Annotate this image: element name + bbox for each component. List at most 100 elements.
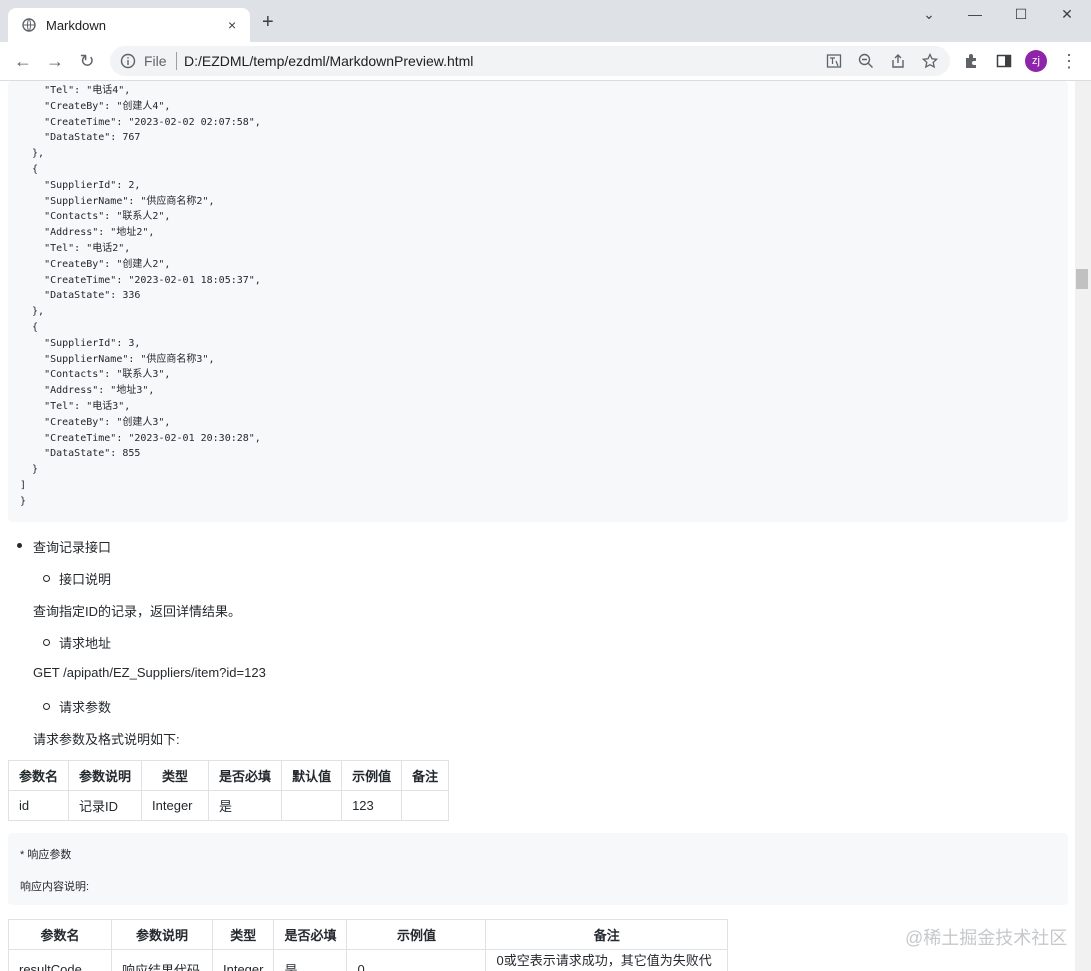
code-line: "Address": "地址3", <box>20 385 155 397</box>
zoom-out-icon[interactable] <box>858 53 874 69</box>
code-line: "CreateTime": "2023-02-01 20:30:28", <box>20 432 261 444</box>
extensions-icon[interactable] <box>963 53 979 69</box>
code-line: }, <box>20 148 45 160</box>
code-line: } <box>20 495 27 507</box>
bookmark-star-icon[interactable] <box>922 53 938 69</box>
table-cell <box>281 790 343 821</box>
code-line: ] <box>20 480 27 491</box>
code-line: "DataState": 855 <box>20 448 141 460</box>
table-header-cell: 是否必填 <box>208 760 283 791</box>
table-header-cell: 备注 <box>485 919 728 950</box>
code-line: "Tel": "电话4", <box>20 85 131 96</box>
code-line: "SupplierId": 2, <box>20 179 141 191</box>
new-tab-button[interactable]: + <box>262 12 274 32</box>
bullet-circle <box>43 703 50 710</box>
request-params-table: 参数名 参数说明 类型 是否必填 默认值 示例值 备注 id 记录ID Inte… <box>7 760 450 821</box>
reload-icon[interactable]: ↻ <box>76 50 98 72</box>
table-header-row: 参数名 参数说明 类型 是否必填 示例值 备注 <box>8 919 728 950</box>
address-text: GET /apipath/EZ_Suppliers/item?id=123 <box>33 665 266 680</box>
table-cell <box>401 790 450 821</box>
profile-avatar[interactable]: zj <box>1025 50 1047 72</box>
table-header-cell: 类型 <box>211 919 275 950</box>
close-tab-icon[interactable]: × <box>228 17 236 33</box>
table-header-row: 参数名 参数说明 类型 是否必填 默认值 示例值 备注 <box>7 760 450 791</box>
url-text[interactable]: D:/EZDML/temp/ezdml/MarkdownPreview.html <box>184 53 473 69</box>
table-header-cell: 示例值 <box>346 919 487 950</box>
params-text: 请求参数及格式说明如下: <box>33 732 180 747</box>
code-line: "CreateTime": "2023-02-02 02:07:58", <box>20 116 261 128</box>
response-content-line: 响应内容说明: <box>20 881 90 893</box>
vertical-scrollbar[interactable] <box>1075 81 1091 971</box>
bullet-circle <box>43 575 50 582</box>
table-cell: 响应结果代码 <box>111 949 213 971</box>
code-line: "Address": "地址2", <box>20 227 155 239</box>
table-header-cell: 默认值 <box>281 760 343 791</box>
side-panel-icon[interactable] <box>996 53 1012 69</box>
table-header-cell: 参数名 <box>8 919 112 950</box>
code-line: "DataState": 767 <box>20 132 141 144</box>
tab-title: Markdown <box>46 18 106 33</box>
table-cell: Integer <box>211 949 275 971</box>
table-cell: 记录ID <box>68 790 143 821</box>
url-separator <box>176 52 177 70</box>
info-icon[interactable] <box>120 53 136 69</box>
menu-kebab-icon[interactable]: ⋮ <box>1058 50 1080 72</box>
code-line: "SupplierName": "供应商名称3", <box>20 353 215 365</box>
table-row: resultCode 响应结果代码 Integer 是 0 0或空表示请求成功，… <box>8 949 728 971</box>
table-header-cell: 备注 <box>401 760 450 791</box>
table-header-cell: 类型 <box>141 760 210 791</box>
table-cell: Integer <box>141 790 210 821</box>
code-line: "DataState": 336 <box>20 290 141 302</box>
code-line: } <box>20 464 39 476</box>
code-line: "CreateBy": "创建人4", <box>20 100 171 112</box>
forward-icon[interactable]: → <box>44 50 66 72</box>
code-line: "CreateBy": "创建人3", <box>20 416 171 428</box>
code-line: { <box>20 164 39 175</box>
heading-query-interface: 查询记录接口 <box>33 540 112 555</box>
table-header-cell: 参数名 <box>7 760 70 791</box>
response-params-line: * 响应参数 <box>20 849 72 861</box>
code-block: "Tel": "电话4", "CreateBy": "创建人4", "Creat… <box>8 81 1068 522</box>
table-cell: resultCode <box>8 949 112 971</box>
table-header-cell: 示例值 <box>341 760 403 791</box>
bullet-dot <box>17 543 22 548</box>
scrollbar-thumb[interactable] <box>1076 269 1088 289</box>
url-scheme: File <box>144 53 167 69</box>
desc-text: 查询指定ID的记录，返回详情结果。 <box>33 604 242 619</box>
code-line: "Contacts": "联系人2", <box>20 211 171 223</box>
response-note-block: * 响应参数 响应内容说明: <box>8 833 1068 905</box>
table-cell: id <box>7 790 70 821</box>
chevron-down-icon[interactable]: ⌄ <box>914 6 944 23</box>
code-line: }, <box>20 306 45 318</box>
share-icon[interactable] <box>890 53 906 69</box>
globe-icon <box>22 18 36 32</box>
code-line: "SupplierName": "供应商名称2", <box>20 195 215 207</box>
sub-request-address: 请求地址 <box>59 636 112 651</box>
code-line: "Tel": "电话2", <box>20 243 131 254</box>
back-icon[interactable]: ← <box>12 50 34 72</box>
code-line: { <box>20 322 39 333</box>
sub-request-params: 请求参数 <box>59 700 112 715</box>
translate-icon[interactable] <box>826 53 842 69</box>
code-line: "Tel": "电话3", <box>20 401 131 412</box>
table-cell: 是 <box>208 790 283 821</box>
code-line: "SupplierId": 3, <box>20 337 141 349</box>
table-cell: 是 <box>273 949 348 971</box>
table-header-cell: 是否必填 <box>273 919 348 950</box>
tab-bar: Markdown × + ⌄ — ☐ ✕ <box>0 0 1091 42</box>
tab-markdown[interactable]: Markdown × <box>8 8 250 42</box>
table-cell: 0 <box>346 949 487 971</box>
close-window-button[interactable]: ✕ <box>1052 6 1082 23</box>
table-header-cell: 参数说明 <box>68 760 143 791</box>
table-cell: 0或空表示请求成功，其它值为失败代码 <box>485 949 728 971</box>
code-line: "Contacts": "联系人3", <box>20 369 171 381</box>
address-bar[interactable]: File D:/EZDML/temp/ezdml/MarkdownPreview… <box>110 46 950 76</box>
code-line: "CreateBy": "创建人2", <box>20 258 171 270</box>
sub-interface-desc: 接口说明 <box>59 572 112 587</box>
table-cell: 123 <box>341 790 403 821</box>
code-line: "CreateTime": "2023-02-01 18:05:37", <box>20 274 261 286</box>
minimize-button[interactable]: — <box>960 6 990 22</box>
response-params-table: 参数名 参数说明 类型 是否必填 示例值 备注 resultCode 响应结果代… <box>8 919 728 971</box>
page-content: "Tel": "电话4", "CreateBy": "创建人4", "Creat… <box>0 81 1075 971</box>
maximize-button[interactable]: ☐ <box>1006 6 1036 23</box>
